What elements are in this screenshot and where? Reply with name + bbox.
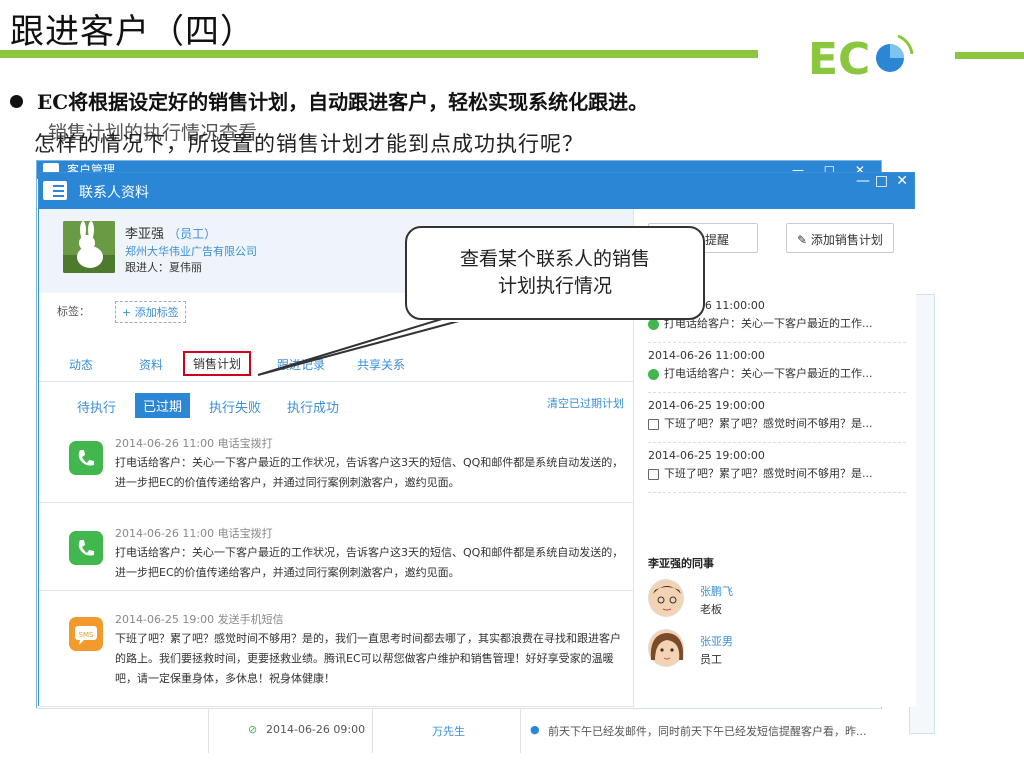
callout-line-2: 计划执行情况 — [497, 275, 612, 297]
callout-pointer — [257, 316, 472, 376]
callout-line-1: 查看某个联系人的销售 — [459, 248, 650, 270]
callout-bubble: 查看某个联系人的销售 计划执行情况 — [405, 226, 705, 320]
